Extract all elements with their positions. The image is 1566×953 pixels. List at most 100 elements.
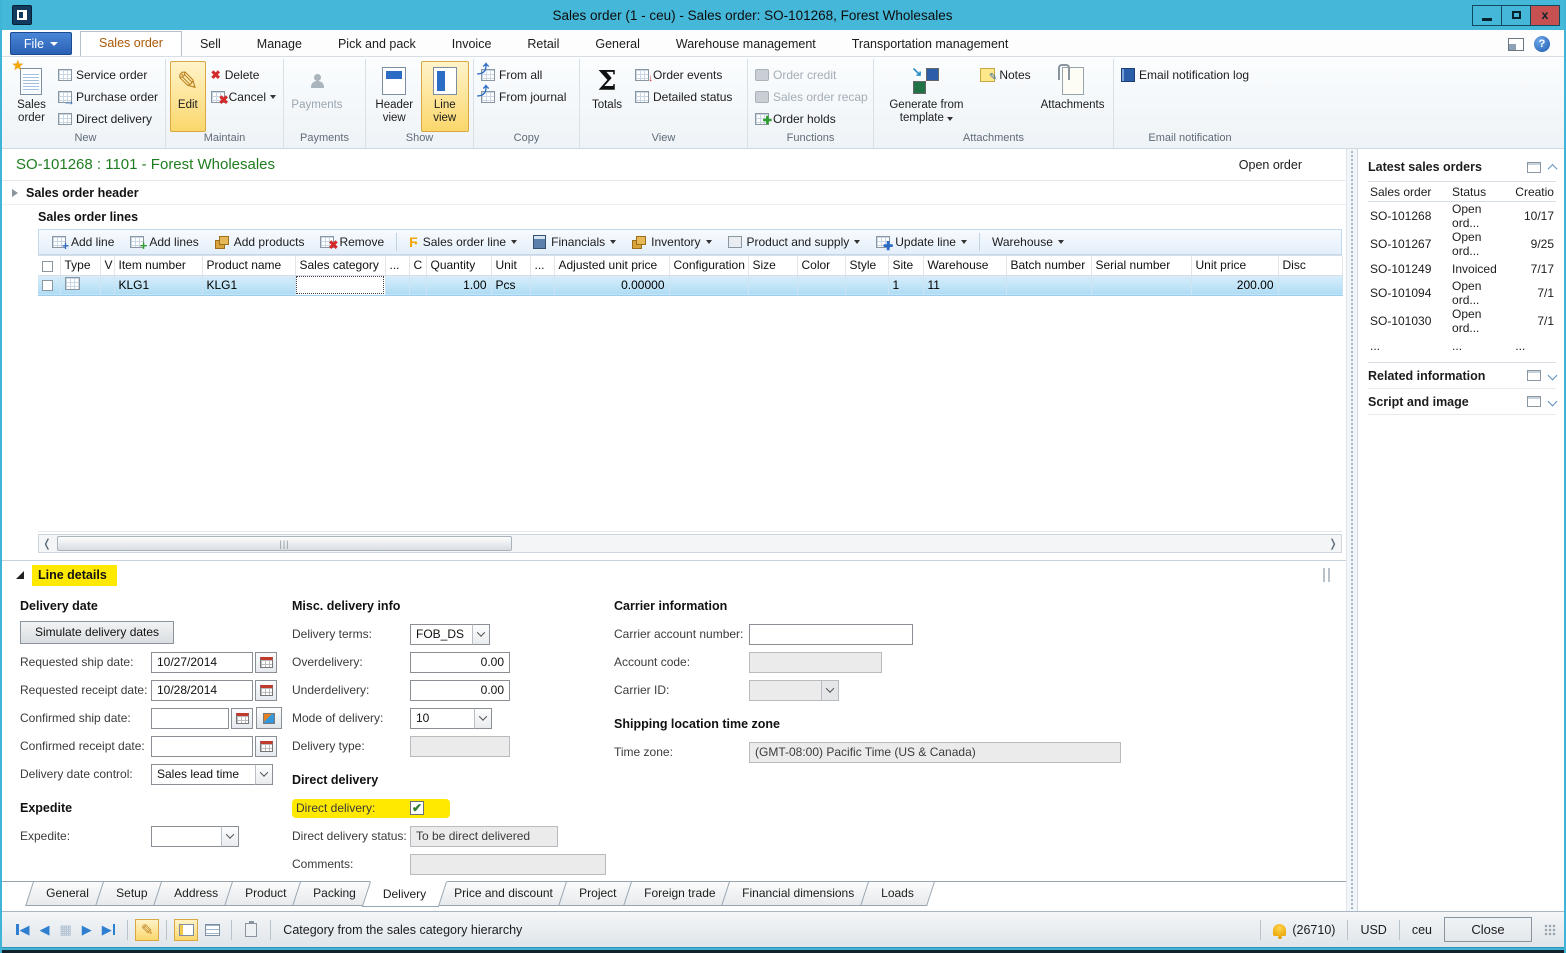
sales-order-line-menu[interactable]: ϜSales order line (402, 231, 524, 253)
script-and-image-section[interactable]: Script and image (1368, 389, 1556, 415)
delivery-date-control-select[interactable]: Sales lead time (151, 764, 273, 785)
notes-button[interactable]: Notes (977, 64, 1033, 85)
requested-receipt-date-field[interactable]: 10/28/2014 (151, 680, 253, 701)
fb-row[interactable]: SO-101249 Invoiced 7/17 (1368, 258, 1556, 279)
tab-loads[interactable]: Loads (860, 882, 935, 906)
direct-delivery-button[interactable]: Direct delivery (55, 108, 161, 129)
tab-manage[interactable]: Manage (239, 33, 320, 56)
add-products-button[interactable]: Add products (208, 231, 312, 253)
form-view-button[interactable] (174, 919, 198, 941)
calendar-icon[interactable] (231, 708, 253, 729)
scroll-left-arrow[interactable]: ❬ (39, 537, 55, 550)
grid-horizontal-scrollbar[interactable]: ❬ ||| ❭ (38, 534, 1342, 553)
attachments-button[interactable]: Attachments (1037, 61, 1109, 132)
close-button[interactable]: Close (1444, 917, 1532, 942)
header-view-button[interactable]: Header view (370, 61, 419, 132)
col-dots2[interactable]: ... (530, 256, 554, 275)
from-all-button[interactable]: ⤴From all (478, 64, 569, 85)
fb-row-more[interactable]: ... ... ... (1368, 335, 1556, 356)
alerts-bell-icon[interactable] (1273, 924, 1286, 936)
attach-button[interactable] (239, 919, 263, 941)
col-product-name[interactable]: Product name (202, 256, 295, 275)
order-link[interactable]: SO-101094 (1368, 279, 1450, 307)
col-configuration[interactable]: Configuration (669, 256, 748, 275)
confirm-dates-button[interactable] (256, 707, 282, 729)
purchase-order-button[interactable]: →Purchase order (55, 86, 161, 107)
simulate-delivery-dates-button[interactable]: Simulate delivery dates (20, 621, 174, 644)
mode-of-delivery-select[interactable]: 10 (410, 708, 492, 729)
panel-splitter[interactable] (1346, 149, 1358, 911)
calendar-icon[interactable] (255, 736, 277, 757)
splitter-grip[interactable] (1323, 568, 1336, 582)
add-line-button[interactable]: +Add line (45, 231, 121, 253)
select-all-checkbox[interactable] (42, 261, 53, 272)
scroll-thumb[interactable]: ||| (57, 536, 512, 551)
tab-warehouse-management[interactable]: Warehouse management (658, 33, 834, 56)
order-link[interactable]: SO-101249 (1368, 258, 1450, 279)
service-order-button[interactable]: Service order (55, 64, 161, 85)
popout-icon[interactable] (1527, 370, 1541, 381)
tab-invoice[interactable]: Invoice (434, 33, 510, 56)
grid-row-1[interactable]: KLG1 KLG1 1.00 Pcs 0.00000 1 11 (38, 275, 1342, 295)
scroll-right-arrow[interactable]: ❭ (1325, 537, 1341, 550)
maximize-button[interactable] (1501, 5, 1531, 26)
calendar-icon[interactable] (255, 652, 277, 673)
col-batch-number[interactable]: Batch number (1006, 256, 1091, 275)
cell-product-name[interactable]: KLG1 (202, 275, 295, 295)
totals-button[interactable]: Σ Totals (584, 61, 630, 132)
edit-button[interactable]: ✎ Edit (170, 61, 206, 132)
direct-delivery-checkbox[interactable]: ✔ (410, 801, 424, 815)
cell-quantity[interactable]: 1.00 (426, 275, 491, 295)
alerts-count[interactable]: (26710) (1292, 923, 1335, 937)
col-item-number[interactable]: Item number (114, 256, 202, 275)
cell-style[interactable] (845, 275, 888, 295)
tab-financial-dimensions[interactable]: Financial dimensions (721, 882, 875, 906)
cell-item-number[interactable]: KLG1 (114, 275, 202, 295)
tab-general[interactable]: General (577, 33, 657, 56)
col-v[interactable]: V (100, 256, 114, 275)
confirmed-ship-date-field[interactable] (151, 708, 229, 729)
edit-mode-button[interactable]: ✎ (135, 919, 159, 941)
row-checkbox[interactable] (42, 280, 53, 291)
cell-unit[interactable]: Pcs (491, 275, 530, 295)
col-serial-number[interactable]: Serial number (1091, 256, 1191, 275)
cell-adjusted-unit-price[interactable]: 0.00000 (554, 275, 669, 295)
tab-retail[interactable]: Retail (509, 33, 577, 56)
help-icon[interactable]: ? (1534, 36, 1550, 52)
expand-icon[interactable] (12, 189, 18, 197)
confirmed-receipt-date-field[interactable] (151, 736, 253, 757)
popout-icon[interactable] (1527, 162, 1541, 173)
col-unit[interactable]: Unit (491, 256, 530, 275)
col-sales-category[interactable]: Sales category (295, 256, 385, 275)
resize-grip[interactable] (1544, 924, 1556, 936)
cell-serial-number[interactable] (1091, 275, 1191, 295)
fb-row[interactable]: SO-101030 Open ord... 7/1 (1368, 307, 1556, 335)
tab-foreign-trade[interactable]: Foreign trade (623, 882, 736, 906)
col-type[interactable]: Type (60, 256, 100, 275)
expand-down-icon[interactable] (1548, 397, 1558, 407)
requested-ship-date-field[interactable]: 10/27/2014 (151, 652, 253, 673)
currency-indicator[interactable]: USD (1360, 923, 1386, 937)
col-adjusted-unit-price[interactable]: Adjusted unit price (554, 256, 669, 275)
order-events-button[interactable]: ↓Order events (632, 64, 735, 85)
col-warehouse[interactable]: Warehouse (923, 256, 1006, 275)
col-style[interactable]: Style (845, 256, 888, 275)
order-holds-button[interactable]: ✚Order holds (752, 108, 871, 129)
cell-warehouse[interactable]: 11 (923, 275, 1006, 295)
financials-menu[interactable]: Financials (526, 231, 623, 253)
tab-delivery[interactable]: Delivery (362, 881, 448, 907)
last-record-button[interactable]: ▶ (97, 922, 122, 938)
col-c[interactable]: C (409, 256, 426, 275)
carrier-account-number-field[interactable] (749, 624, 913, 645)
order-link[interactable]: SO-101267 (1368, 230, 1450, 258)
generate-from-template-button[interactable]: ↘ Generate from template (878, 61, 974, 132)
sales-order-button[interactable]: ★ Sales order (10, 61, 53, 132)
cell-unit-price[interactable]: 200.00 (1191, 275, 1278, 295)
add-lines-button[interactable]: +Add lines (123, 231, 205, 253)
inventory-menu[interactable]: Inventory (625, 231, 718, 253)
delivery-terms-select[interactable]: FOB_DS (410, 624, 490, 645)
overdelivery-field[interactable]: 0.00 (410, 652, 510, 673)
line-details-header[interactable]: Line details (2, 561, 1346, 585)
grid-view-nav-button[interactable]: ▦ (55, 922, 77, 938)
tab-transportation-management[interactable]: Transportation management (834, 33, 1027, 56)
